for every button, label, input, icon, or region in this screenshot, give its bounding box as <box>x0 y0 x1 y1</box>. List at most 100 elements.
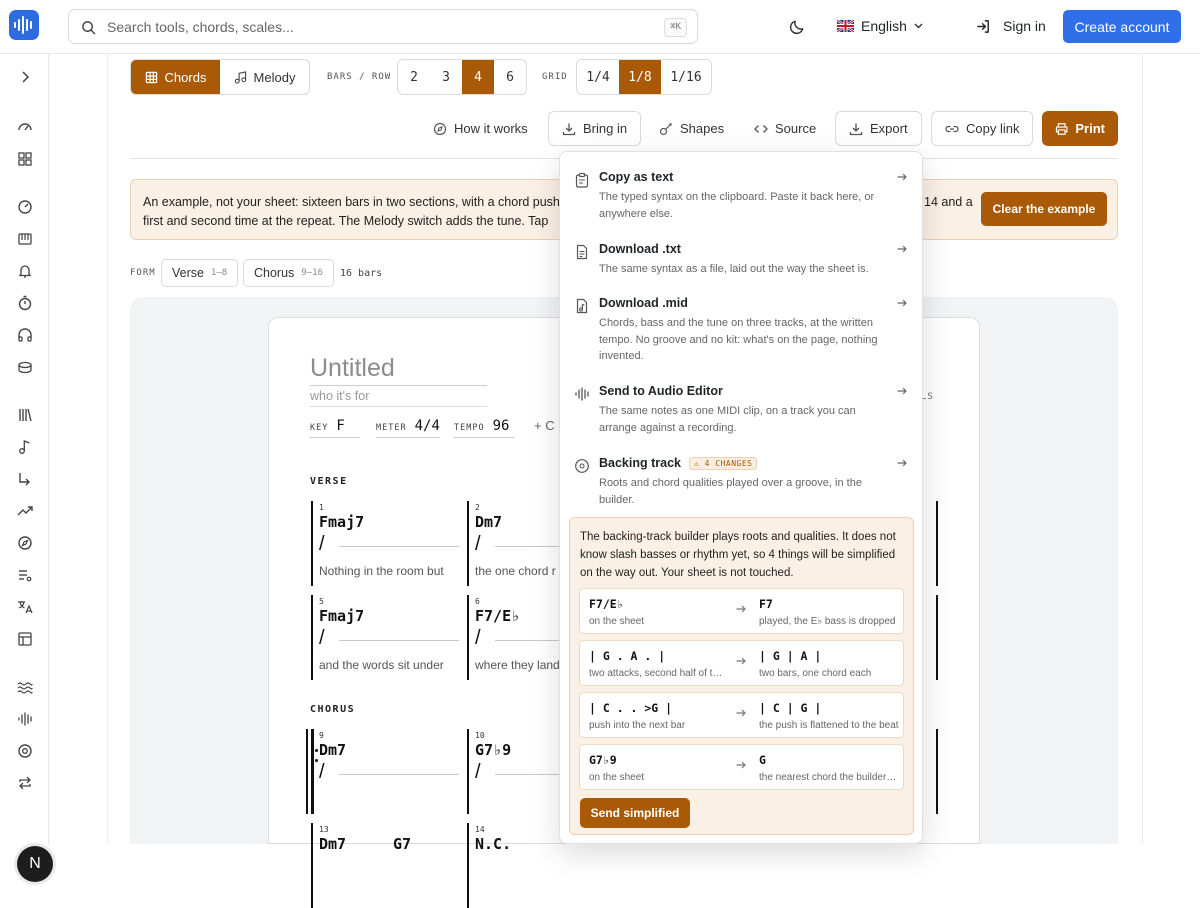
sheet-title-input[interactable]: Untitled <box>310 354 487 386</box>
menu-item-download-mid[interactable]: Download .mid Chords, bass and the tune … <box>560 296 924 368</box>
sheet-subtitle-input[interactable]: who it's for <box>310 389 487 407</box>
bar-number: 9 <box>319 731 324 740</box>
shapes-button[interactable]: Shapes <box>646 111 737 146</box>
mode-melody-label: Melody <box>253 69 296 85</box>
bell-icon[interactable] <box>16 262 34 280</box>
chord-symbol: G7♭9 <box>475 741 512 759</box>
transpose-icon[interactable] <box>16 470 34 488</box>
add-field-button[interactable]: + C <box>534 418 555 433</box>
language-selector[interactable]: English <box>837 18 923 34</box>
barline <box>311 823 313 908</box>
menu-item-copy-as-text[interactable]: Copy as text The typed syntax on the cli… <box>560 170 924 226</box>
library-icon[interactable] <box>16 406 34 424</box>
compass-icon <box>433 122 447 135</box>
print-button[interactable]: Print <box>1042 111 1118 146</box>
avatar[interactable]: N <box>17 846 53 882</box>
chevron-right-icon[interactable] <box>16 68 34 86</box>
app-logo[interactable] <box>9 10 39 40</box>
waves-icon[interactable] <box>16 678 34 696</box>
bar-6[interactable]: 6 F7/E♭ / where they land <box>467 595 559 680</box>
mode-melody-button[interactable]: Melody <box>220 60 309 94</box>
record-icon[interactable] <box>16 742 34 760</box>
source-button[interactable]: Source <box>741 111 829 146</box>
bars-option-2[interactable]: 2 <box>398 60 430 94</box>
change-row: | C . . >G | push into the next bar | C … <box>579 692 904 738</box>
moon-icon[interactable] <box>789 18 806 35</box>
change-from: F7/E♭ <box>589 597 624 611</box>
bars-option-6[interactable]: 6 <box>494 60 526 94</box>
menu-item-backing-track[interactable]: Backing track ⚠ 4 CHANGES Roots and chor… <box>560 456 924 512</box>
clear-example-button[interactable]: Clear the example <box>981 192 1107 226</box>
meter-value: 4/4 <box>414 418 440 434</box>
file-text-icon <box>576 244 588 260</box>
bar-2[interactable]: 2 Dm7 / the one chord r <box>467 501 559 586</box>
metronome-timer-icon[interactable] <box>16 294 34 312</box>
grid-option-sixteenth[interactable]: 1/16 <box>661 60 711 94</box>
dashboard-gauge-icon[interactable] <box>16 118 34 136</box>
bar-14[interactable]: 14 N.C. <box>467 823 559 908</box>
piano-icon[interactable] <box>16 230 34 248</box>
section-range: 1–8 <box>210 268 228 278</box>
mode-chords-button[interactable]: Chords <box>131 60 220 94</box>
create-account-button[interactable]: Create account <box>1063 10 1181 43</box>
bring-in-button[interactable]: Bring in <box>548 111 642 146</box>
key-field[interactable]: KEY F <box>310 418 360 438</box>
translate-icon[interactable] <box>16 598 34 616</box>
trend-icon[interactable] <box>16 502 34 520</box>
form-section-verse[interactable]: Verse 1–8 <box>161 259 239 287</box>
table-icon[interactable] <box>16 630 34 648</box>
search-box[interactable]: ⌘K <box>68 9 698 44</box>
slash-beat: / <box>475 761 481 783</box>
clipboard-icon <box>575 172 589 188</box>
bars-option-3[interactable]: 3 <box>430 60 462 94</box>
change-to: | C | G | <box>759 701 822 715</box>
menu-item-desc: Roots and chord qualities played over a … <box>599 477 862 506</box>
bar-1[interactable]: 1 Fmaj7 / Nothing in the room but <box>311 501 461 586</box>
chord-symbol: Dm7 <box>475 513 503 531</box>
menu-item-title: Backing track <box>599 456 681 470</box>
change-from-desc: on the sheet <box>589 616 645 627</box>
barline <box>936 501 938 586</box>
change-row: G7♭9 on the sheet G the nearest chord th… <box>579 744 904 790</box>
sign-in-link[interactable]: Sign in <box>976 18 1046 34</box>
export-button[interactable]: Export <box>835 111 922 146</box>
tuner-icon[interactable] <box>16 198 34 216</box>
barline <box>311 595 313 680</box>
change-from: G7♭9 <box>589 753 617 767</box>
audio-wave-icon[interactable] <box>16 710 34 728</box>
tempo-field[interactable]: TEMPO 96 <box>454 418 514 438</box>
drum-icon[interactable] <box>16 358 34 376</box>
section-heading-chorus: CHORUS <box>310 704 356 715</box>
top-bar: ⌘K English Sign in Create account <box>0 0 1200 54</box>
bar-5[interactable]: 5 Fmaj7 / and the words sit under <box>311 595 461 680</box>
grid-option-quarter[interactable]: 1/4 <box>577 60 619 94</box>
search-input[interactable] <box>107 18 647 36</box>
section-heading-verse: VERSE <box>310 476 348 487</box>
how-it-works-button[interactable]: How it works <box>420 111 541 146</box>
grid-icon[interactable] <box>16 150 34 168</box>
music-note-icon[interactable] <box>16 438 34 456</box>
bar-10[interactable]: 10 G7♭9 / <box>467 729 559 814</box>
barline <box>936 729 938 814</box>
headphones-icon[interactable] <box>16 326 34 344</box>
menu-item-download-txt[interactable]: Download .txt The same syntax as a file,… <box>560 242 924 282</box>
loop-icon[interactable] <box>16 774 34 792</box>
playlist-icon[interactable] <box>16 566 34 584</box>
arrow-right-icon <box>736 657 746 665</box>
bar-9[interactable]: 9 Dm7 / <box>306 729 461 814</box>
chord-symbol: Fmaj7 <box>319 513 365 531</box>
arrow-right-icon <box>897 459 907 467</box>
send-simplified-button[interactable]: Send simplified <box>580 798 690 828</box>
bars-option-4[interactable]: 4 <box>462 60 494 94</box>
meter-field[interactable]: METER 4/4 <box>376 418 440 438</box>
compass-icon[interactable] <box>16 534 34 552</box>
backing-track-notice: The backing-track builder plays roots an… <box>569 517 914 835</box>
menu-item-send-to-audio-editor[interactable]: Send to Audio Editor The same notes as o… <box>560 384 924 440</box>
form-section-chorus[interactable]: Chorus 9–16 <box>243 259 334 287</box>
bar-13[interactable]: 13 Dm7 G7 <box>311 823 461 908</box>
barline <box>467 729 469 814</box>
menu-item-title: Download .txt <box>599 242 681 256</box>
mode-chords-label: Chords <box>164 69 207 85</box>
copy-link-button[interactable]: Copy link <box>931 111 1034 146</box>
grid-option-eighth[interactable]: 1/8 <box>619 60 661 94</box>
